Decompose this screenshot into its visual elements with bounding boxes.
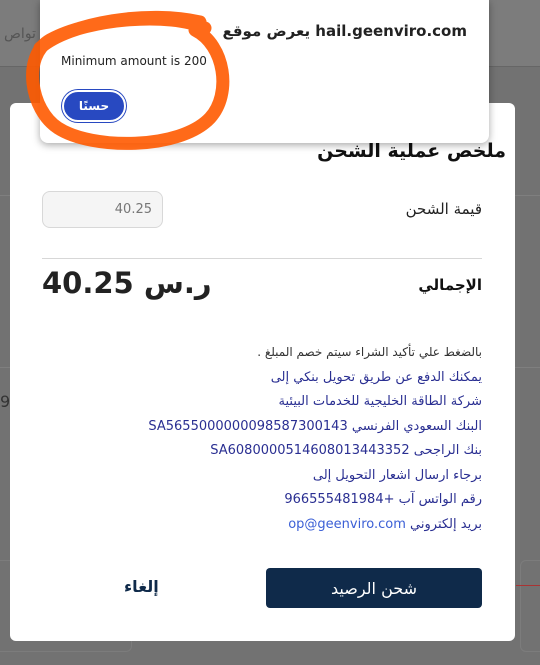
payment-note: بالضغط علي تأكيد الشراء سيتم خصم المبلغ … [257, 345, 482, 359]
instruction-line: رقم الواتس آب +966555481984 [284, 492, 482, 507]
instruction-line: يمكنك الدفع عن طريق تحويل بنكي إلى [270, 369, 482, 385]
total-label: الإجمالي [418, 276, 482, 294]
background-divider [0, 367, 10, 368]
background-divider [515, 367, 540, 368]
total-value: 40.25 ر.س [42, 266, 212, 300]
instruction-line: شركة الطاقة الخليجية للخدمات البيئية [278, 394, 483, 409]
alert-message: Minimum amount is 200 [61, 54, 207, 68]
instruction-line: بنك الراجحى SA6080000514608013443352 [210, 443, 482, 458]
nav-link-partial: تواص [4, 26, 36, 42]
amount-field[interactable] [42, 191, 163, 228]
instruction-line: البنك السعودي الفرنسي SA5655000000098587… [148, 418, 482, 434]
alert-title: يعرض موقع hail.geenviro.com [222, 22, 467, 40]
instruction-line: برجاء ارسال اشعار التحويل إلى [312, 467, 482, 483]
background-accent-line [516, 585, 540, 586]
email-line: بريد إلكتروني op@geenviro.com [42, 513, 482, 538]
background-text: 9 [0, 392, 11, 411]
cancel-button[interactable]: إلغاء [118, 576, 165, 597]
email-link[interactable]: op@geenviro.com [288, 517, 406, 532]
charge-balance-button[interactable]: شحن الرصيد [266, 568, 482, 608]
background-card [520, 560, 540, 652]
amount-label: قيمة الشحن [405, 200, 482, 218]
divider [42, 258, 482, 259]
modal-title: ملخص عملية الشحن [317, 140, 506, 162]
background-divider [0, 195, 10, 196]
browser-alert-dialog: يعرض موقع hail.geenviro.com Minimum amou… [40, 0, 489, 143]
background-divider [515, 195, 540, 196]
email-label: بريد إلكتروني [410, 516, 482, 532]
alert-ok-button[interactable]: حسنًا [62, 90, 126, 122]
payment-instructions: بالضغط علي تأكيد الشراء سيتم خصم المبلغ … [42, 340, 482, 537]
